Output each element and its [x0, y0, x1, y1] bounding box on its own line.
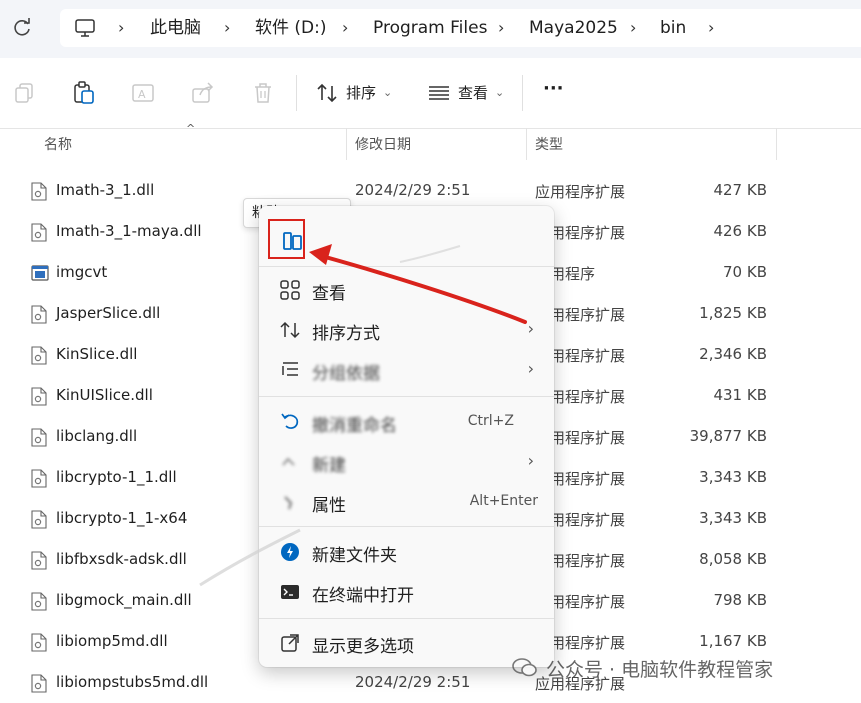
wechat-icon	[512, 657, 538, 679]
watermark-text: 公众号 · 电脑软件教程管家	[546, 659, 774, 681]
annotation-arrow	[199, 244, 527, 587]
